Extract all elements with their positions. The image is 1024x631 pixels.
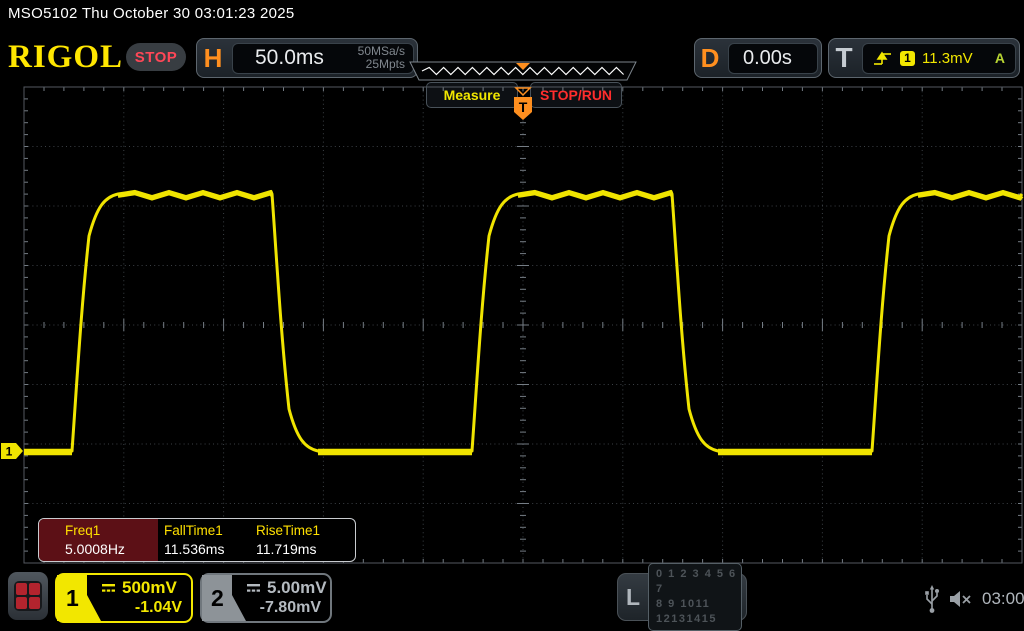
measurement-name: FallTime1 <box>164 523 250 538</box>
measurement-name: Freq1 <box>65 523 158 538</box>
channel1-offset: -1.04V <box>101 599 182 617</box>
channel2-values: 5.00mV -7.80mV <box>246 578 321 617</box>
trigger-position-marker[interactable]: T <box>514 88 532 120</box>
measurement-name: RiseTime1 <box>256 523 320 538</box>
measurement-falltime1[interactable]: FallTime1 11.536ms <box>158 519 250 561</box>
clock-text[interactable]: 03:00 <box>982 589 1024 609</box>
measurement-value: 11.536ms <box>164 541 250 557</box>
dc-coupling-icon <box>101 583 117 593</box>
channel2-scale: 5.00mV <box>267 578 327 598</box>
menu-button[interactable] <box>8 572 48 620</box>
ch1-ground-marker[interactable]: 1 <box>1 443 23 459</box>
logic-label: L <box>618 584 648 611</box>
measurement-value: 11.719ms <box>256 541 320 557</box>
svg-text:T: T <box>519 99 528 115</box>
measurement-risetime1[interactable]: RiseTime1 11.719ms <box>250 519 320 561</box>
system-tray: 03:00 <box>924 584 1024 614</box>
channel2-tab[interactable]: 2 <box>202 575 248 621</box>
usb-icon <box>924 584 940 614</box>
oscilloscope-screen: MSO5102 Thu October 30 03:01:23 2025 RIG… <box>0 0 1024 630</box>
dc-coupling-icon <box>246 583 262 593</box>
logic-analyzer-block[interactable]: L 0 1 2 3 4 5 6 7 8 9 1011 12131415 <box>617 573 747 621</box>
measurement-panel[interactable]: Freq1 5.0008Hz FallTime1 11.536ms RiseTi… <box>38 518 356 562</box>
channel1-block[interactable]: 1 500mV -1.04V <box>55 573 193 623</box>
logic-row-1: 0 1 2 3 4 5 6 7 <box>656 567 741 597</box>
bottom-bar: 1 500mV -1.04V 2 <box>0 568 1024 630</box>
logic-channel-numbers: 0 1 2 3 4 5 6 7 8 9 1011 12131415 <box>648 563 742 631</box>
channel1-scale: 500mV <box>122 578 177 598</box>
channel2-offset: -7.80mV <box>246 599 321 617</box>
menu-grid-icon <box>14 581 42 611</box>
measurement-freq1[interactable]: Freq1 5.0008Hz <box>39 519 158 561</box>
channel1-tab[interactable]: 1 <box>57 575 103 621</box>
muted-speaker-icon[interactable] <box>949 589 973 609</box>
logic-row-2: 8 9 1011 12131415 <box>656 597 741 627</box>
channel1-values: 500mV -1.04V <box>101 578 182 617</box>
svg-text:1: 1 <box>6 445 13 459</box>
channel2-block[interactable]: 2 5.00mV -7.80mV <box>200 573 332 623</box>
graticule <box>24 87 1022 563</box>
measurement-value: 5.0008Hz <box>65 541 158 557</box>
